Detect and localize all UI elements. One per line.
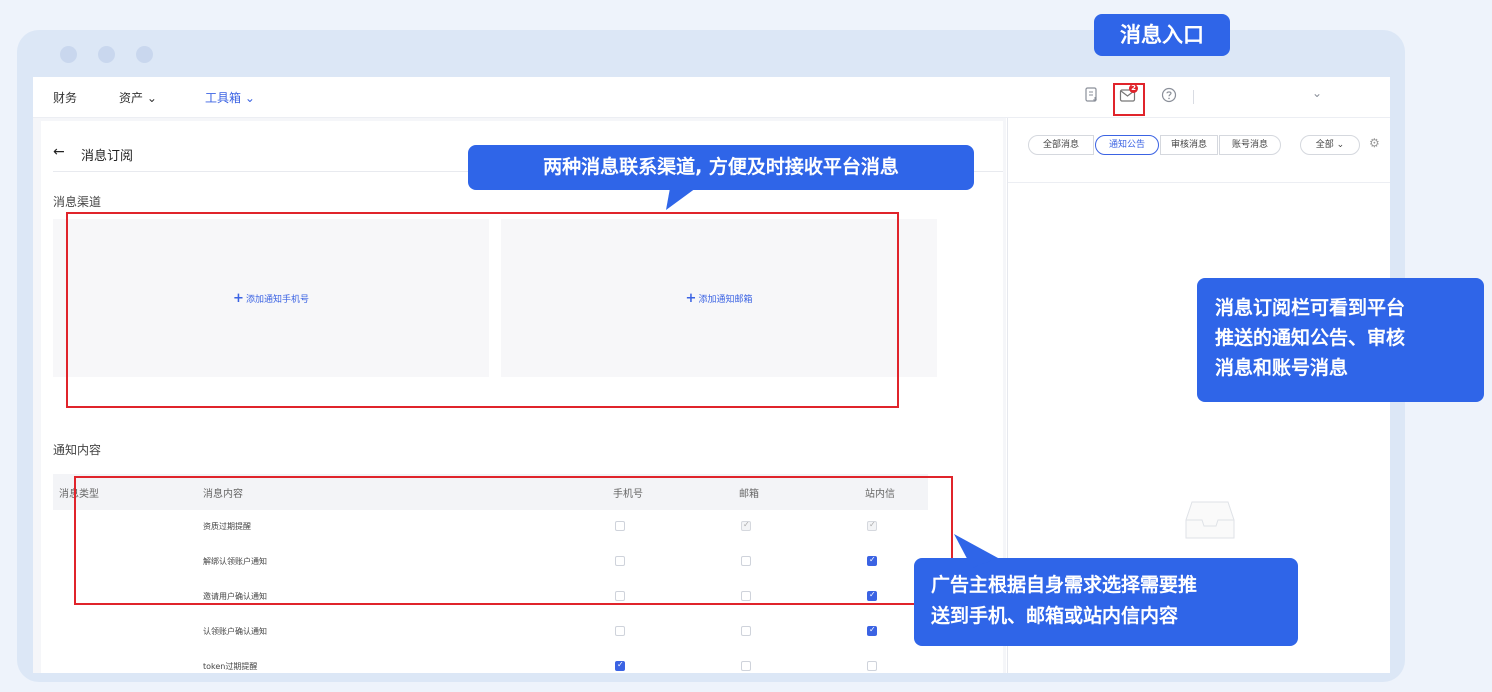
nav-divider <box>1193 90 1194 104</box>
nav-item-finance[interactable]: 财务 <box>53 89 77 106</box>
email-checkbox[interactable] <box>741 626 751 636</box>
phone-checkbox[interactable]: ✓ <box>615 660 625 671</box>
tab-notices[interactable]: 通知公告 <box>1095 135 1159 155</box>
check-icon: ✓ <box>869 625 876 634</box>
message-content-cell: 认领账户确认通知 <box>203 627 267 636</box>
mail-highlight-box <box>1113 83 1145 116</box>
back-icon[interactable]: ← <box>53 144 65 160</box>
gear-icon[interactable]: ⚙ <box>1369 136 1380 150</box>
channel-highlight-box <box>66 212 899 408</box>
content-section-title: 通知内容 <box>53 443 102 457</box>
nav-item-toolbox[interactable]: 工具箱 ⌄ <box>205 89 255 106</box>
content-callout: 广告主根据自身需求选择需要推 送到手机、邮箱或站内信内容 <box>914 558 1298 646</box>
window-control-dot <box>136 46 153 63</box>
top-nav: 财务 资产 ⌄ 工具箱 ⌄ 2 ⌄ <box>33 77 1390 118</box>
window-control-dot <box>98 46 115 63</box>
page-title: 消息订阅 <box>81 149 134 164</box>
channels-callout: 两种消息联系渠道, 方便及时接收平台消息 <box>468 145 974 190</box>
content-highlight-box <box>74 476 953 605</box>
channel-section-title: 消息渠道 <box>53 195 102 209</box>
invoice-icon[interactable] <box>1085 87 1099 107</box>
panel-callout: 消息订阅栏可看到平台 推送的通知公告、审核 消息和账号消息 <box>1197 278 1484 402</box>
content-callout-arrow <box>954 534 998 568</box>
entry-callout: 消息入口 <box>1094 14 1230 56</box>
channels-callout-arrow <box>666 188 696 210</box>
chevron-down-icon[interactable]: ⌄ <box>1312 86 1322 100</box>
empty-inbox-icon <box>1185 501 1235 539</box>
email-checkbox[interactable] <box>741 661 751 671</box>
help-icon[interactable] <box>1161 87 1177 107</box>
tab-all-messages[interactable]: 全部消息 <box>1028 135 1094 155</box>
nav-item-assets[interactable]: 资产 ⌄ <box>119 89 157 106</box>
check-icon: ✓ <box>617 660 624 669</box>
phone-checkbox[interactable] <box>615 626 625 636</box>
filter-select[interactable]: 全部 ⌄ <box>1300 135 1360 155</box>
window-control-dot <box>60 46 77 63</box>
message-content-cell: token过期提醒 <box>203 662 258 671</box>
table-row: 认领账户确认通知 ✓ <box>53 615 928 649</box>
tab-review-messages[interactable]: 审核消息 <box>1160 135 1218 155</box>
table-row: token过期提醒 ✓ <box>53 650 928 673</box>
site-checkbox[interactable] <box>867 661 877 671</box>
site-checkbox[interactable]: ✓ <box>867 625 877 636</box>
tab-account-messages[interactable]: 账号消息 <box>1219 135 1281 155</box>
panel-divider <box>1008 182 1390 183</box>
